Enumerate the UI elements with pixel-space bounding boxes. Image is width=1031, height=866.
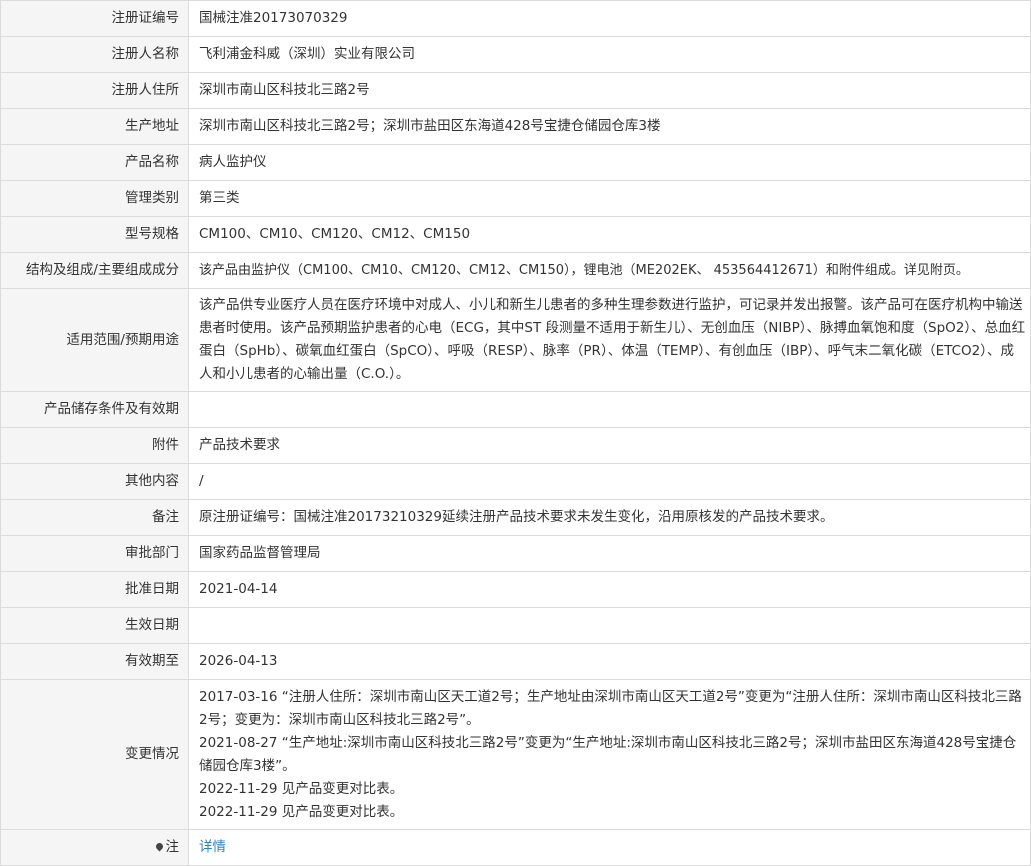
field-value: 原注册证编号：国械注准20173210329延续注册产品技术要求未发生变化，沿用… [188,499,1031,536]
field-value [188,391,1031,428]
table-row: 适用范围/预期用途 该产品供专业医疗人员在医疗环境中对成人、小儿和新生儿患者的多… [0,288,1031,392]
field-label: 备注 [0,499,189,536]
table-row: 管理类别 第三类 [0,180,1031,217]
table-row: 产品名称 病人监护仪 [0,144,1031,181]
field-value: 产品技术要求 [188,427,1031,464]
field-label: 注册证编号 [0,0,189,37]
table-row: 结构及组成/主要组成成分 该产品由监护仪（CM100、CM10、CM120、CM… [0,252,1031,289]
change-entry: 2021-08-27 “生产地址:深圳市南山区科技北三路2号”变更为“生产地址:… [199,734,1017,774]
field-label: 生产地址 [0,108,189,145]
note-label-cell: 注 [0,829,189,866]
field-label: 批准日期 [0,571,189,608]
field-label: 附件 [0,427,189,464]
field-label: 有效期至 [0,643,189,680]
field-value: / [188,463,1031,500]
field-label: 适用范围/预期用途 [0,288,189,392]
table-row: 生效日期 [0,607,1031,644]
change-history: 2017-03-16 “注册人住所：深圳市南山区天工道2号；生产地址由深圳市南山… [188,679,1031,830]
table-row: 变更情况 2017-03-16 “注册人住所：深圳市南山区天工道2号；生产地址由… [0,679,1031,830]
change-entry: 2022-11-29 见产品变更对比表。 [199,780,404,797]
field-value: 国家药品监督管理局 [188,535,1031,572]
field-value: 深圳市南山区科技北三路2号；深圳市盐田区东海道428号宝捷仓储园仓库3楼 [188,108,1031,145]
field-label: 型号规格 [0,216,189,253]
field-value: 国械注准20173070329 [188,0,1031,37]
field-label: 其他内容 [0,463,189,500]
change-entry: 2022-11-29 见产品变更对比表。 [199,803,404,820]
field-value: CM100、CM10、CM120、CM12、CM150 [188,216,1031,253]
field-label: 管理类别 [0,180,189,217]
note-value: 详情 [188,829,1031,866]
table-row: 注册人名称 飞利浦金科威（深圳）实业有限公司 [0,36,1031,73]
field-value: 该产品供专业医疗人员在医疗环境中对成人、小儿和新生儿患者的多种生理参数进行监护，… [188,288,1031,392]
field-label: 生效日期 [0,607,189,644]
field-label: 审批部门 [0,535,189,572]
field-label: 结构及组成/主要组成成分 [0,252,189,289]
details-link[interactable]: 详情 [199,839,226,855]
table-row: 生产地址 深圳市南山区科技北三路2号；深圳市盐田区东海道428号宝捷仓储园仓库3… [0,108,1031,145]
table-row: 备注 原注册证编号：国械注准20173210329延续注册产品技术要求未发生变化… [0,499,1031,536]
field-label: 注册人住所 [0,72,189,109]
field-label: 产品名称 [0,144,189,181]
map-pin-icon [154,841,164,852]
field-label: 产品储存条件及有效期 [0,391,189,428]
table-row: 产品储存条件及有效期 [0,391,1031,428]
field-label: 变更情况 [0,679,189,830]
field-value: 飞利浦金科威（深圳）实业有限公司 [188,36,1031,73]
field-value: 2026-04-13 [188,643,1031,680]
table-row: 型号规格 CM100、CM10、CM120、CM12、CM150 [0,216,1031,253]
change-entry: 2017-03-16 “注册人住所：深圳市南山区天工道2号；生产地址由深圳市南山… [199,688,1022,728]
field-label: 注册人名称 [0,36,189,73]
field-value: 2021-04-14 [188,571,1031,608]
field-value: 第三类 [188,180,1031,217]
table-row: 注册证编号 国械注准20173070329 [0,0,1031,37]
field-value: 深圳市南山区科技北三路2号 [188,72,1031,109]
table-row: 有效期至 2026-04-13 [0,643,1031,680]
table-row: 注册人住所 深圳市南山区科技北三路2号 [0,72,1031,109]
table-row: 审批部门 国家药品监督管理局 [0,535,1031,572]
table-row: 其他内容 / [0,463,1031,500]
table-row: 批准日期 2021-04-14 [0,571,1031,608]
field-value [188,607,1031,644]
table-row: 附件 产品技术要求 [0,427,1031,464]
registration-detail-table: 注册证编号 国械注准20173070329 注册人名称 飞利浦金科威（深圳）实业… [0,0,1031,866]
field-value: 该产品由监护仪（CM100、CM10、CM120、CM12、CM150），锂电池… [188,252,1031,289]
field-value: 病人监护仪 [188,144,1031,181]
note-label: 注 [165,839,180,855]
table-row: 注 详情 [0,829,1031,866]
